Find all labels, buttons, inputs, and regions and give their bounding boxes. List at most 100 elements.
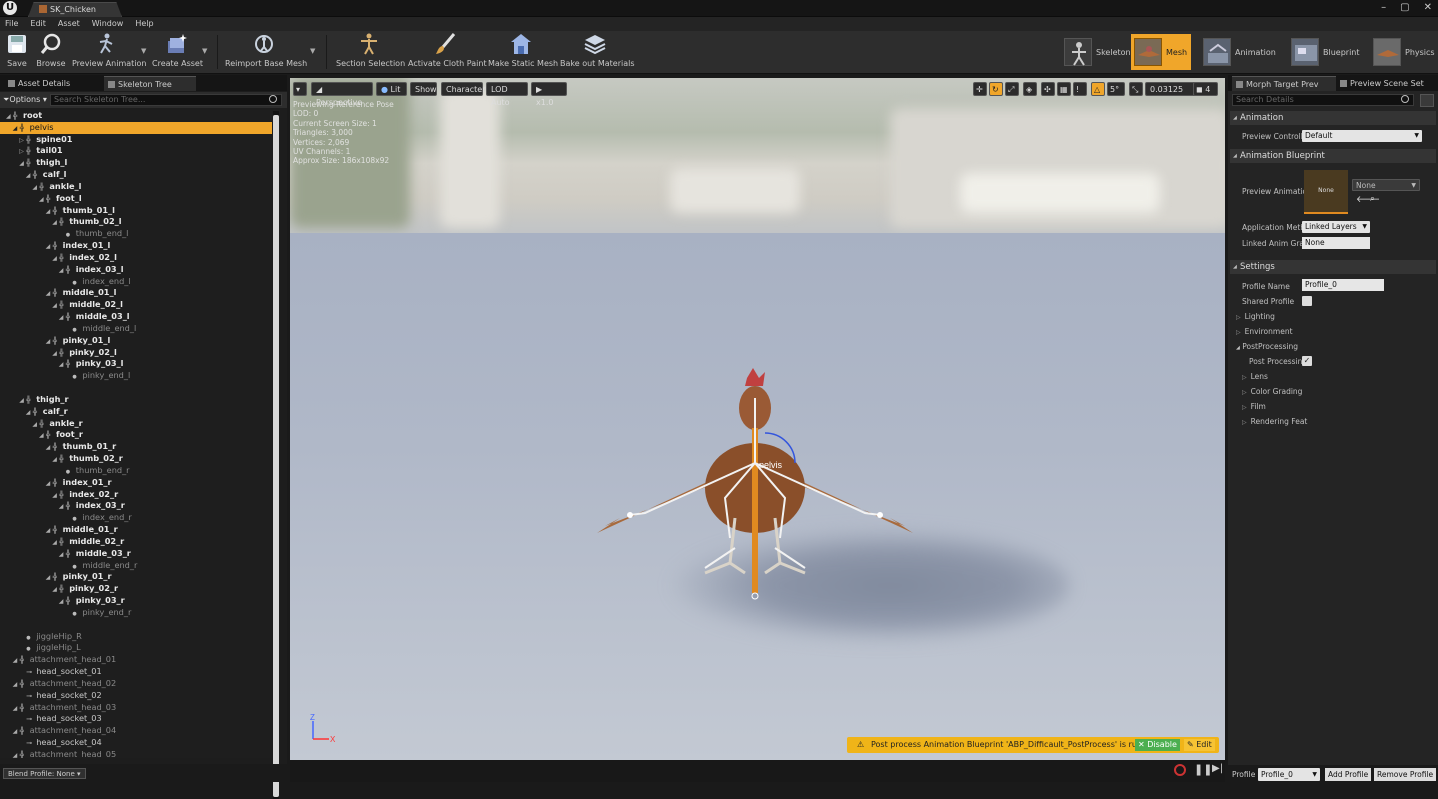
grid-snap-button[interactable]: ▦ <box>1057 82 1071 96</box>
tab-asset-details[interactable]: Asset Details <box>4 76 100 91</box>
remove-profile-button[interactable]: Remove Profile <box>1374 768 1437 781</box>
tree-row-thumb_01_r[interactable]: ◢ ╬ thumb_01_r <box>0 441 272 453</box>
tree-row-attachment_head_04[interactable]: ◢ ╬ attachment_head_04 <box>0 725 272 737</box>
mode-animation[interactable]: Animation <box>1200 34 1280 70</box>
category-animation-blueprint[interactable]: Animation Blueprint <box>1230 149 1436 163</box>
tree-row-pinky_03_r[interactable]: ◢ ╬ pinky_03_r <box>0 595 272 607</box>
blend-profile-dropdown[interactable]: Blend Profile: None ▾ <box>3 768 86 779</box>
tree-row-middle_01_r[interactable]: ◢ ╬ middle_01_r <box>0 524 272 536</box>
environment-group[interactable]: Environment <box>1236 327 1293 336</box>
tree-row-thumb_02_l[interactable]: ◢ ╬ thumb_02_l <box>0 216 272 228</box>
tree-scrollbar[interactable] <box>273 111 279 799</box>
scale-snap-button[interactable]: ⤡ <box>1129 82 1143 96</box>
skeleton-search-input[interactable]: Search Skeleton Tree... <box>50 94 282 106</box>
save-button[interactable]: Save <box>4 33 30 73</box>
tree-row-middle_03_l[interactable]: ◢ ╬ middle_03_l <box>0 311 272 323</box>
tree-row-thumb_02_r[interactable]: ◢ ╬ thumb_02_r <box>0 453 272 465</box>
tree-row-pinky_01_l[interactable]: ◢ ╬ pinky_01_l <box>0 335 272 347</box>
surface-snap-button[interactable]: ✣ <box>1041 82 1055 96</box>
tree-row-head_socket_02[interactable]: ⊸ head_socket_02 <box>0 690 272 702</box>
record-icon[interactable] <box>1174 764 1186 776</box>
angle-snap-button[interactable]: △ <box>1091 82 1105 96</box>
rotate-tool-button[interactable]: ↻ <box>989 82 1003 96</box>
chicken-mesh[interactable]: pelvis <box>585 368 925 608</box>
tree-row-pinky_03_l[interactable]: ◢ ╬ pinky_03_l <box>0 358 272 370</box>
camera-speed-button[interactable]: ◼ 4 <box>1193 82 1218 96</box>
disable-button[interactable]: ✕ Disable <box>1135 739 1180 751</box>
make-static-mesh-button[interactable]: Make Static Mesh <box>488 33 558 73</box>
tree-row-ankle_r[interactable]: ◢ ╬ ankle_r <box>0 418 272 430</box>
tree-row-middle_end_r[interactable]: ● middle_end_r <box>0 560 272 572</box>
lod-dropdown[interactable]: LOD Auto <box>486 82 528 107</box>
tree-row-middle_03_r[interactable]: ◢ ╬ middle_03_r <box>0 548 272 560</box>
tree-row-index_02_r[interactable]: ◢ ╬ index_02_r <box>0 489 272 501</box>
options-button[interactable]: ⏷Options ▾ <box>3 95 47 105</box>
tree-row-thumb_end_r[interactable]: ● thumb_end_r <box>0 465 272 477</box>
section-selection-button[interactable]: Section Selection <box>336 33 405 73</box>
angle-snap-value[interactable]: 5° <box>1107 82 1125 96</box>
preview-animation-dropdown-icon[interactable]: ▼ <box>141 47 146 55</box>
category-settings[interactable]: Settings <box>1230 260 1436 274</box>
tree-row-foot_r[interactable]: ◢ ╬ foot_r <box>0 429 272 441</box>
tree-row-index_03_l[interactable]: ◢ ╬ index_03_l <box>0 264 272 276</box>
tree-row-pinky_end_r[interactable]: ● pinky_end_r <box>0 607 272 619</box>
browse-button[interactable]: Browse <box>36 33 66 73</box>
document-tab[interactable]: SK_Chicken <box>28 2 122 17</box>
bake-out-materials-button[interactable]: Bake out Materials <box>560 33 635 73</box>
tree-row-jiggleHip_L[interactable]: ● jiggleHip_L <box>0 642 272 654</box>
tree-row-thigh_r[interactable]: ◢ ╬ thigh_r <box>0 394 272 406</box>
pause-icon[interactable]: ❚❚ <box>1194 763 1212 776</box>
tab-preview-scene-settings[interactable]: Preview Scene Set <box>1336 76 1434 91</box>
tree-row-index_end_l[interactable]: ● index_end_l <box>0 276 272 288</box>
browse-magnifier-icon[interactable]: ⌕ <box>1370 194 1375 204</box>
add-profile-button[interactable]: Add Profile <box>1325 768 1372 781</box>
tree-row-middle_02_l[interactable]: ◢ ╬ middle_02_l <box>0 299 272 311</box>
character-dropdown[interactable]: Character <box>441 82 486 96</box>
mode-mesh[interactable]: Mesh <box>1131 34 1192 70</box>
tree-row-middle_01_l[interactable]: ◢ ╬ middle_01_l <box>0 287 272 299</box>
tab-skeleton-tree[interactable]: Skeleton Tree <box>104 76 196 91</box>
tree-row-tail01[interactable]: ▷ ╬ tail01 <box>0 145 272 157</box>
application-method-combo[interactable]: Linked Layers <box>1302 221 1370 233</box>
preview-animation-button[interactable]: Preview Animation <box>72 33 146 73</box>
tree-row-ankle_l[interactable]: ◢ ╬ ankle_l <box>0 181 272 193</box>
lighting-group[interactable]: Lighting <box>1236 312 1275 321</box>
reimport-dropdown-icon[interactable]: ▼ <box>310 47 315 55</box>
profile-name-input[interactable]: Profile_0 <box>1302 279 1384 291</box>
postprocessing-group[interactable]: ◢ PostProcessing <box>1236 342 1298 351</box>
tree-row-attachment_head_03[interactable]: ◢ ╬ attachment_head_03 <box>0 702 272 714</box>
color-grading-group[interactable]: Color Grading <box>1242 387 1303 396</box>
tree-row-middle_end_l[interactable]: ● middle_end_l <box>0 323 272 335</box>
menu-asset[interactable]: Asset <box>58 17 80 31</box>
tree-row-attachment_head_01[interactable]: ◢ ╬ attachment_head_01 <box>0 654 272 666</box>
tree-row-attachment_head_05[interactable]: ◢ ╬ attachment_head_05 <box>0 749 272 758</box>
preview-animation-combo[interactable]: None <box>1352 179 1420 192</box>
details-search-input[interactable]: Search Details <box>1232 94 1414 106</box>
tree-row-jiggleHip_R[interactable]: ● jiggleHip_R <box>0 631 272 643</box>
mode-blueprint[interactable]: Blueprint <box>1288 34 1364 70</box>
tab-morph-target-preview[interactable]: Morph Target Prev <box>1232 76 1336 91</box>
create-asset-dropdown-icon[interactable]: ▼ <box>202 47 207 55</box>
create-asset-button[interactable]: Create Asset <box>152 33 203 73</box>
translate-tool-button[interactable]: ✛ <box>973 82 987 96</box>
rendering-features-group[interactable]: Rendering Feat <box>1242 417 1308 426</box>
menu-window[interactable]: Window <box>92 17 124 31</box>
menu-help[interactable]: Help <box>135 17 153 31</box>
edit-button[interactable]: ✎ Edit <box>1184 739 1215 751</box>
tree-row-index_01_l[interactable]: ◢ ╬ index_01_l <box>0 240 272 252</box>
category-animation[interactable]: Animation <box>1230 111 1436 125</box>
tree-scrollbar-thumb[interactable] <box>273 115 279 797</box>
maximize-icon[interactable]: ▢ <box>1400 2 1409 13</box>
lit-dropdown[interactable]: ● Lit <box>376 82 407 96</box>
profile-combo[interactable]: Profile_0 <box>1258 768 1320 781</box>
tree-row-foot_l[interactable]: ◢ ╬ foot_l <box>0 193 272 205</box>
step-forward-icon[interactable]: ▶| <box>1212 763 1223 774</box>
show-dropdown[interactable]: Show <box>410 82 437 96</box>
menu-file[interactable]: File <box>5 17 18 31</box>
close-icon[interactable]: ✕ <box>1424 2 1432 13</box>
grid-snap-value[interactable]: ! <box>1073 82 1087 96</box>
tree-row-pinky_02_r[interactable]: ◢ ╬ pinky_02_r <box>0 583 272 595</box>
tree-row-thigh_l[interactable]: ◢ ╬ thigh_l <box>0 157 272 169</box>
post-processing-checkbox[interactable]: ✓ <box>1302 356 1312 366</box>
tree-row-index_end_r[interactable]: ● index_end_r <box>0 512 272 524</box>
